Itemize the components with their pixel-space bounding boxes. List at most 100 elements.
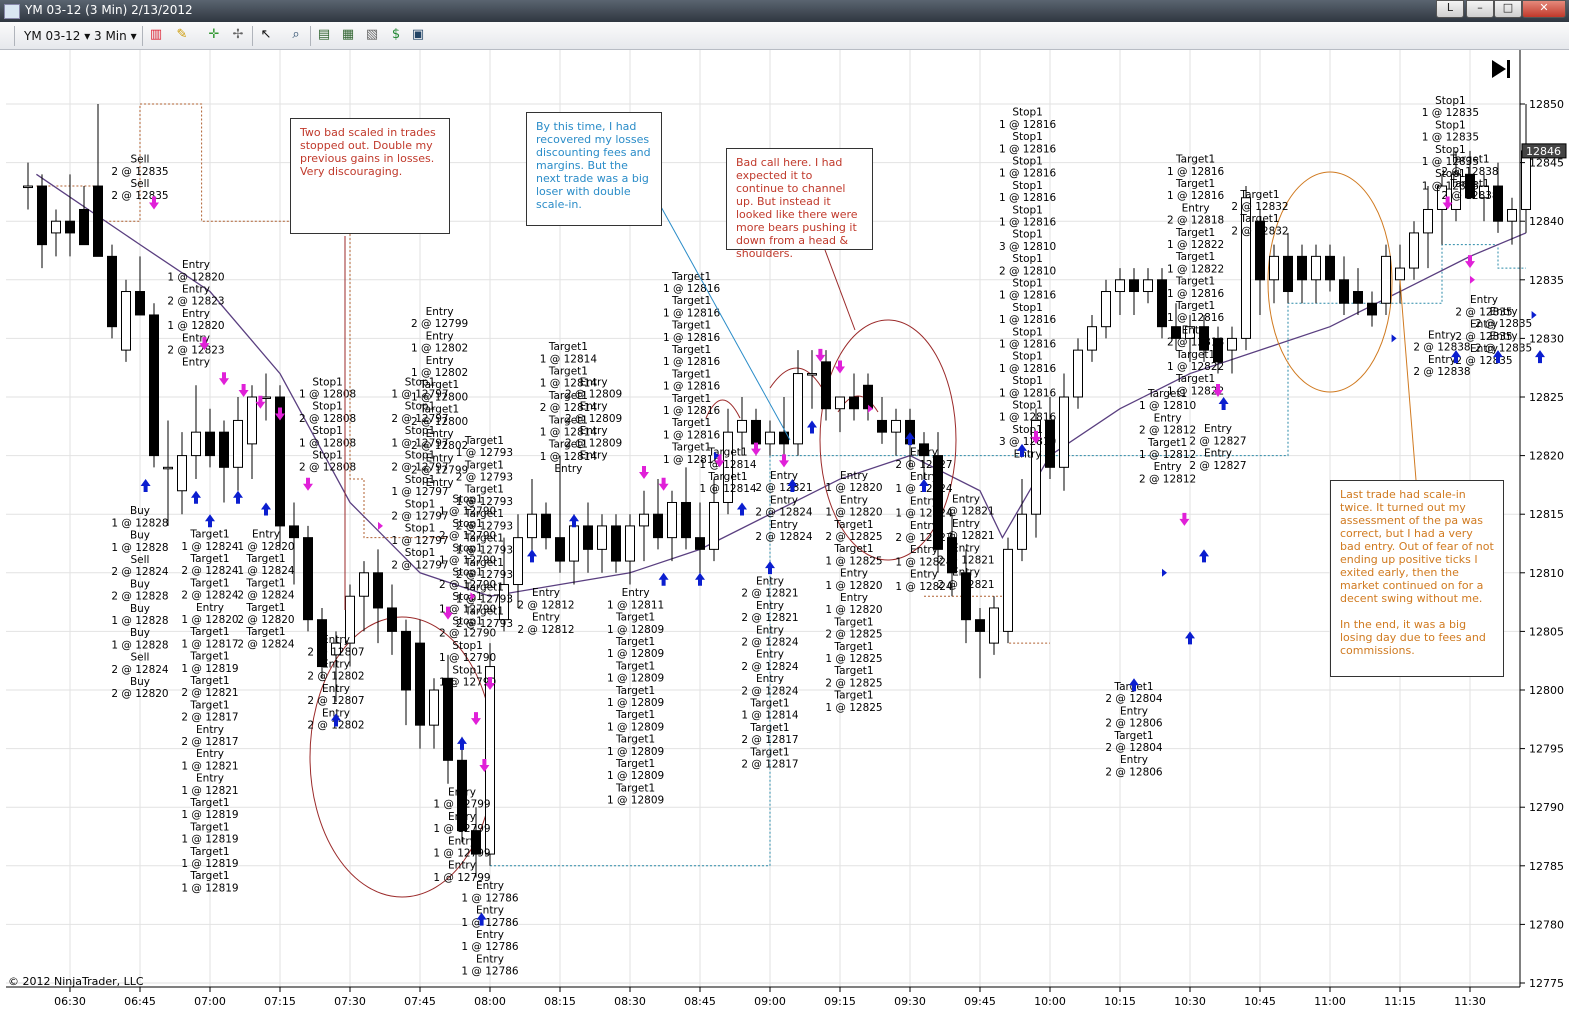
trade-label-text: 2 @ 12790 [439, 530, 496, 542]
trade-label-text: Entry [554, 463, 582, 475]
properties-icon[interactable]: ▣ [410, 27, 426, 43]
trade-label-text: 2 @ 12809 [565, 388, 622, 400]
trade-label-text: 2 @ 12838 [1441, 166, 1498, 178]
trade-label-text: 2 @ 12797 [391, 413, 448, 425]
trade-label-text: Buy [130, 530, 150, 542]
trade-label-text: Stop1 [405, 376, 436, 388]
pencil-icon[interactable]: ✎ [174, 27, 190, 43]
indicator-icon[interactable]: ▦ [340, 27, 356, 43]
trade-label-text: Stop1 [1012, 253, 1043, 265]
trade-label-text: Sell [131, 652, 150, 664]
trade-label-text: 2 @ 12835 [111, 190, 168, 202]
candle-body [849, 396, 859, 410]
trade-label-text: 1 @ 12809 [607, 770, 664, 782]
y-tick-label: 12835 [1529, 274, 1564, 287]
y-tick-label: 12785 [1529, 860, 1564, 873]
candle-body [527, 513, 537, 539]
trade-label-text: Entry [1154, 412, 1182, 424]
annotation-note[interactable]: Last trade had scale-in twice. It turned… [1330, 480, 1504, 677]
trade-label-text: Entry [622, 587, 650, 599]
link-button[interactable]: L [1436, 0, 1464, 18]
trade-label-text: Target1 [833, 543, 873, 555]
close-button[interactable]: ✕ [1522, 0, 1566, 18]
trade-label-text: Target1 [833, 665, 873, 677]
candle-body [401, 630, 411, 691]
chart-toolbar: YM 03-12 ▾ 3 Min ▾ ▥ ✎ ✛ ✢ ↖ ⌕ ▤ ▦ ▧ $ ▣ [0, 22, 1569, 50]
trade-label-text: 1 @ 12835 [1422, 132, 1479, 144]
instrument-selector[interactable]: YM 03-12 ▾ [24, 28, 90, 44]
x-tick-label: 10:15 [1104, 995, 1136, 1008]
maximize-button[interactable]: □ [1494, 0, 1522, 18]
candle-body [793, 373, 803, 445]
trade-label-text: Entry [196, 602, 224, 614]
trade-label-text: 1 @ 12814 [741, 710, 799, 722]
trade-label-text: Entry [448, 835, 476, 847]
x-tick-label: 09:45 [964, 995, 996, 1008]
candle-body [1101, 291, 1111, 328]
trade-label-text: 1 @ 12821 [181, 760, 238, 772]
trade-label-text: Stop1 [1012, 351, 1043, 363]
candle-body [1283, 255, 1293, 293]
chart-trader-icon[interactable]: ▧ [364, 27, 380, 43]
strategy-icon[interactable]: ▤ [316, 27, 332, 43]
trade-label-text: 2 @ 12827 [1189, 460, 1246, 472]
bars-icon[interactable]: ▥ [148, 27, 164, 43]
trade-label-text: Entry [580, 425, 608, 437]
crosshair-icon[interactable]: ✛ [206, 27, 222, 43]
annotation-note[interactable]: By this time, I had recovered my losses … [526, 112, 662, 226]
trade-label-text: 1 @ 12816 [663, 356, 721, 368]
zoom-icon[interactable]: ⌕ [288, 27, 304, 43]
trade-label-text: Entry [322, 683, 350, 695]
trade-label-text: Entry [322, 659, 350, 671]
trade-label-text: 1 @ 12810 [1139, 400, 1196, 412]
buy-arrow [1535, 350, 1545, 364]
trade-label-text: Entry [770, 470, 798, 482]
trade-label-text: Entry [756, 600, 784, 612]
trade-label-text: Entry [1490, 330, 1518, 342]
interval-selector[interactable]: 3 Min ▾ [94, 28, 137, 44]
trade-label-text: Target1 [833, 519, 873, 531]
annotation-note[interactable]: Bad call here. I had expected it to cont… [726, 148, 873, 260]
trade-label-text: Entry [1182, 324, 1210, 336]
y-tick-label: 12820 [1529, 450, 1564, 463]
trade-label-text: 2 @ 12824 [741, 685, 799, 697]
trade-label-text: 1 @ 12809 [607, 721, 664, 733]
trade-label-text: 2 @ 12835 [1475, 318, 1532, 330]
trade-label-text: 1 @ 12835 [1422, 107, 1479, 119]
x-tick-label: 07:00 [194, 995, 226, 1008]
candle-body [205, 431, 215, 457]
trade-label-text: Target1 [707, 471, 747, 483]
trade-label-text: 2 @ 12817 [741, 734, 798, 746]
trade-label-text: Entry [840, 568, 868, 580]
trade-label-text: Stop1 [1012, 131, 1043, 143]
drawing-tools-icon[interactable]: ✢ [230, 27, 246, 43]
trade-label-text: 2 @ 12804 [1105, 742, 1163, 754]
trade-label-text: 2 @ 12810 [999, 265, 1056, 277]
trade-label-text: 1 @ 12816 [999, 314, 1057, 326]
trade-label-text: 2 @ 12817 [181, 712, 238, 724]
minimize-button[interactable]: – [1466, 0, 1494, 18]
trade-label-text: Entry [476, 880, 504, 892]
annotation-note[interactable]: Two bad scaled in trades stopped out. Do… [290, 118, 450, 234]
trade-label-text: Stop1 [405, 474, 436, 486]
trade-label-text: Buy [130, 603, 150, 615]
trade-label-text: 1 @ 12802 [411, 343, 468, 355]
candle-body [1269, 255, 1279, 281]
cursor-icon[interactable]: ↖ [258, 27, 274, 43]
trade-label-text: 1 @ 12809 [607, 673, 664, 685]
trade-label-text: Stop1 [452, 518, 483, 530]
trade-label-text: 1 @ 12793 [456, 447, 513, 459]
trade-label-text: Stop1 [1012, 424, 1043, 436]
trade-label-text: 2 @ 12821 [755, 482, 812, 494]
x-tick-label: 07:15 [264, 995, 296, 1008]
y-tick-label: 12845 [1529, 157, 1564, 170]
dollar-icon[interactable]: $ [388, 27, 404, 43]
trade-label-text: 2 @ 12790 [439, 628, 496, 640]
price-chart-area[interactable]: Sell 2 @ 12835 Sell 2 @ 12835 Buy 1 @ 12828 Bu… [0, 50, 1569, 1017]
trade-label-text: 2 @ 12821 [741, 612, 798, 624]
trade-label-text: Entry [840, 494, 868, 506]
trade-label-text: 2 @ 12838 [1441, 190, 1498, 202]
trade-label-text: 2 @ 12824 [237, 590, 295, 602]
trade-label-text: 2 @ 12802 [307, 671, 364, 683]
y-tick-label: 12840 [1529, 215, 1564, 228]
